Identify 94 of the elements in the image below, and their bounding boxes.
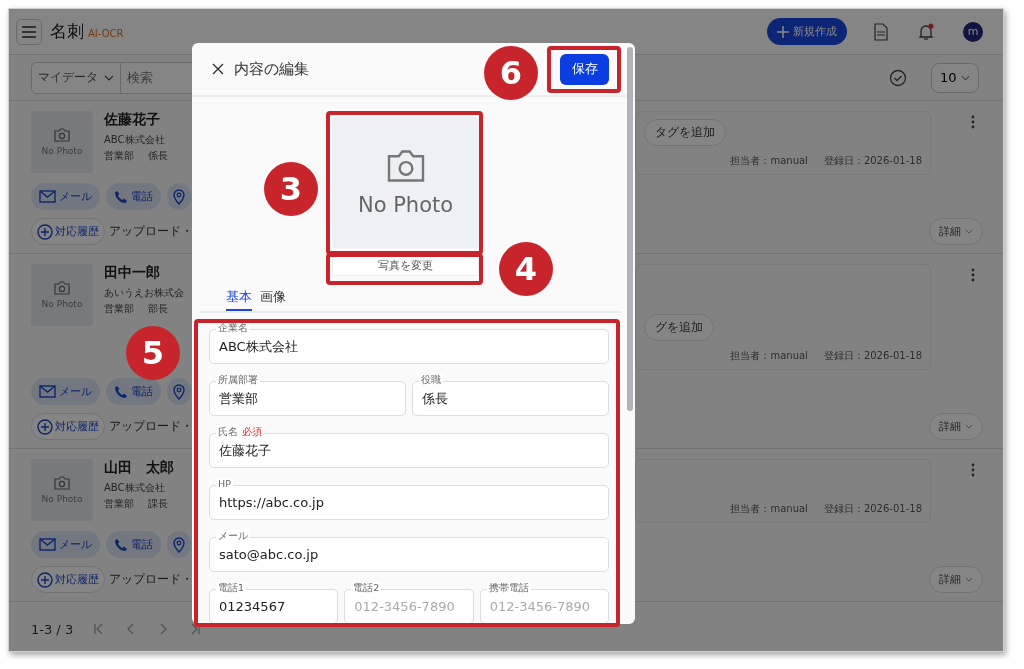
camera-icon [54,476,70,490]
phone-icon [114,384,128,399]
camera-icon [385,148,426,183]
more-options-icon[interactable] [971,268,975,282]
menu-button[interactable] [16,18,42,45]
chevron-down-icon [965,424,973,429]
registered-date: 登録日：2026-01-18 [823,349,922,363]
phone-button[interactable]: 電話 [106,531,161,558]
more-options-icon[interactable] [971,115,975,129]
field-label: 携帯電話 [488,582,529,594]
owner-text: 担当者：manual [730,154,808,168]
tab[interactable]: 画像 [260,286,286,311]
location-button[interactable] [167,183,191,210]
more-options-icon[interactable] [971,463,975,477]
mail-icon [39,190,56,203]
no-photo-label: No Photo [41,299,83,309]
page-range: 1-3 / 3 [31,621,74,637]
contact-name: 佐藤花子 [104,111,161,129]
position-text: 課長 [148,497,168,511]
chevron-down-icon [104,74,114,81]
save-button[interactable]: 保存 [560,53,609,85]
app-title: 名刺 [50,20,84,43]
annotation-number: 5 [126,326,180,380]
contact-name: 田中一郎 [104,264,161,282]
department-text: 営業部 [104,149,134,163]
page-size-select[interactable]: 10 [931,62,979,93]
no-photo-label: No Photo [41,146,83,156]
field-label: HP [218,478,231,490]
detail-button[interactable]: 詳細 [929,413,983,440]
plus-circle-icon [37,571,53,588]
history-button[interactable]: 対応履歴 [31,218,105,245]
bell-icon[interactable] [917,22,935,41]
new-button[interactable]: 新規作成 [767,18,847,45]
registered-date: 登録日：2026-01-18 [823,154,922,168]
department-text: 営業部 [104,302,134,316]
upload-info: アップロード・ [109,223,193,240]
history-button[interactable]: 対応履歴 [31,413,105,440]
location-pin-icon [173,536,185,553]
camera-icon [54,281,70,295]
no-photo-label: No Photo [41,494,83,504]
close-icon[interactable] [212,63,224,75]
owner-text: 担当者：manual [730,502,808,516]
company-name: ABC株式会社 [104,133,166,147]
location-pin-icon [173,188,185,205]
company-name: あいうえお株式会 [104,286,184,300]
plus-icon [777,25,789,38]
position-text: 部長 [148,302,168,316]
location-button[interactable] [167,531,191,558]
plus-circle-icon [37,223,53,240]
app-subtitle: AI-OCR [88,28,124,39]
phone-button[interactable]: 電話 [106,183,161,210]
chevron-down-icon [965,229,973,234]
field-label: 電話1 [218,582,245,594]
add-tag-button[interactable]: タグを追加 [644,119,726,146]
phone-icon [114,537,128,552]
company-name: ABC株式会社 [104,481,166,495]
owner-text: 担当者：manual [730,349,808,363]
field-label: 所属部署 [218,374,258,386]
add-tag-button[interactable]: グを追加 [644,314,714,341]
mail-icon [39,538,56,551]
position-text: 係長 [148,149,168,163]
plus-circle-icon [37,418,53,435]
upload-info: アップロード・ [109,571,193,588]
chevron-down-icon [961,74,970,81]
field-label: 電話2 [353,582,380,594]
user-avatar[interactable]: m [963,21,983,42]
mail-button[interactable]: メール [31,531,100,558]
menu-icon [22,25,36,38]
location-button[interactable] [167,378,191,405]
upload-info: アップロード・ [109,418,193,435]
field-label: 役職 [421,374,441,386]
camera-icon [54,128,70,142]
history-button[interactable]: 対応履歴 [31,566,105,593]
phone-icon [114,189,128,204]
location-pin-icon [173,383,185,400]
detail-button[interactable]: 詳細 [929,218,983,245]
chevron-down-icon [965,577,973,582]
scope-dropdown[interactable]: マイデータ [31,61,121,94]
mail-icon [39,385,56,398]
detail-button[interactable]: 詳細 [929,566,983,593]
tab[interactable]: 基本 [226,286,252,311]
dialog-title: 内容の編集 [234,59,309,79]
registered-date: 登録日：2026-01-18 [823,502,922,516]
check-circle-icon[interactable] [889,68,907,87]
last-page-icon[interactable] [189,623,202,635]
no-photo-label: No Photo [357,192,454,217]
field-label: メール [218,530,248,542]
phone-button[interactable]: 電話 [106,378,161,405]
mail-button[interactable]: メール [31,183,100,210]
department-text: 営業部 [104,497,134,511]
field-label: 企業名 [218,322,248,334]
mail-button[interactable]: メール [31,378,100,405]
contact-name: 山田 太郎 [104,459,174,477]
csv-file-icon[interactable] [873,22,889,41]
